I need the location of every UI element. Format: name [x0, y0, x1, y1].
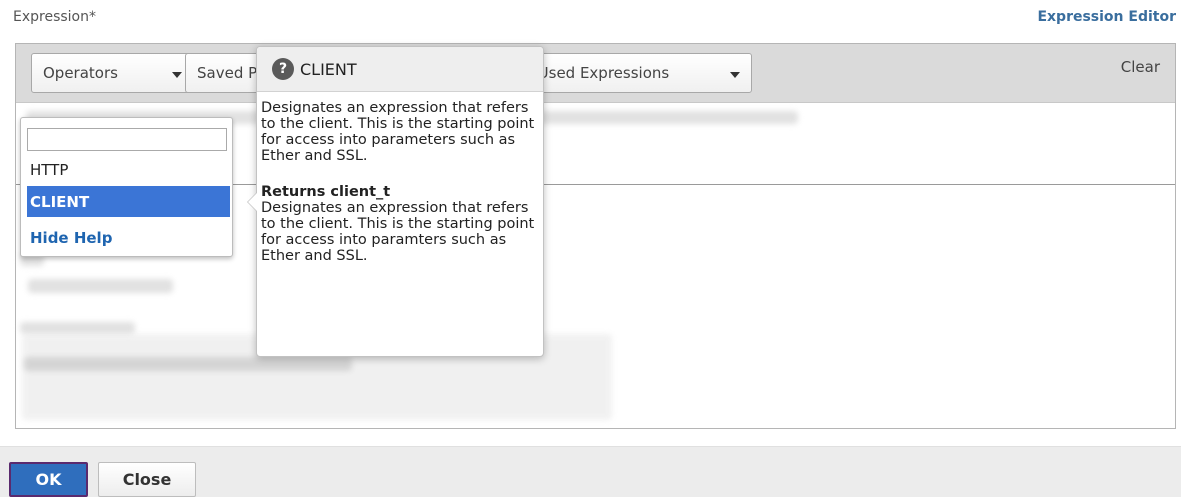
popover-body: Designates an expression that refers to … — [261, 100, 539, 264]
chevron-down-icon — [172, 72, 182, 78]
recently-used-expressions-dropdown[interactable]: y Used Expressions — [521, 53, 752, 93]
ok-button[interactable]: OK — [9, 462, 88, 497]
close-button[interactable]: Close — [98, 462, 196, 497]
autocomplete-search-input[interactable] — [27, 128, 227, 151]
recent-expressions-label: y Used Expressions — [524, 64, 670, 82]
help-popover: ? CLIENT Designates an expression that r… — [247, 46, 544, 357]
expression-label: Expression* — [13, 9, 96, 25]
blurred-field-value — [28, 279, 173, 293]
blurred-comments-text — [24, 357, 352, 371]
autocomplete-dropdown: HTTP CLIENT Hide Help — [20, 117, 233, 257]
dropdown-item-client[interactable]: CLIENT — [27, 186, 230, 217]
clear-link[interactable]: Clear — [1121, 58, 1160, 76]
blurred-comments-label — [20, 322, 135, 334]
saved-label: Saved P — [197, 64, 258, 82]
popover-title: CLIENT — [300, 59, 357, 79]
expression-toolbar: Operators Saved P y Used Expressions Cle… — [16, 44, 1175, 103]
popover-returns-title: Returns client_t — [261, 184, 391, 200]
hide-help-link[interactable]: Hide Help — [27, 222, 230, 253]
popover-returns-description: Designates an expression that refers to … — [261, 200, 535, 264]
popover-description: Designates an expression that refers to … — [261, 100, 535, 164]
dropdown-item-http[interactable]: HTTP — [27, 154, 230, 185]
chevron-down-icon — [730, 72, 740, 78]
operators-label: Operators — [43, 64, 118, 82]
popover-arrow-inner — [248, 193, 257, 211]
help-icon: ? — [272, 58, 294, 80]
popover-header: ? CLIENT — [257, 47, 543, 92]
expression-editor-link[interactable]: Expression Editor — [1037, 9, 1176, 25]
operators-dropdown[interactable]: Operators — [31, 53, 194, 93]
